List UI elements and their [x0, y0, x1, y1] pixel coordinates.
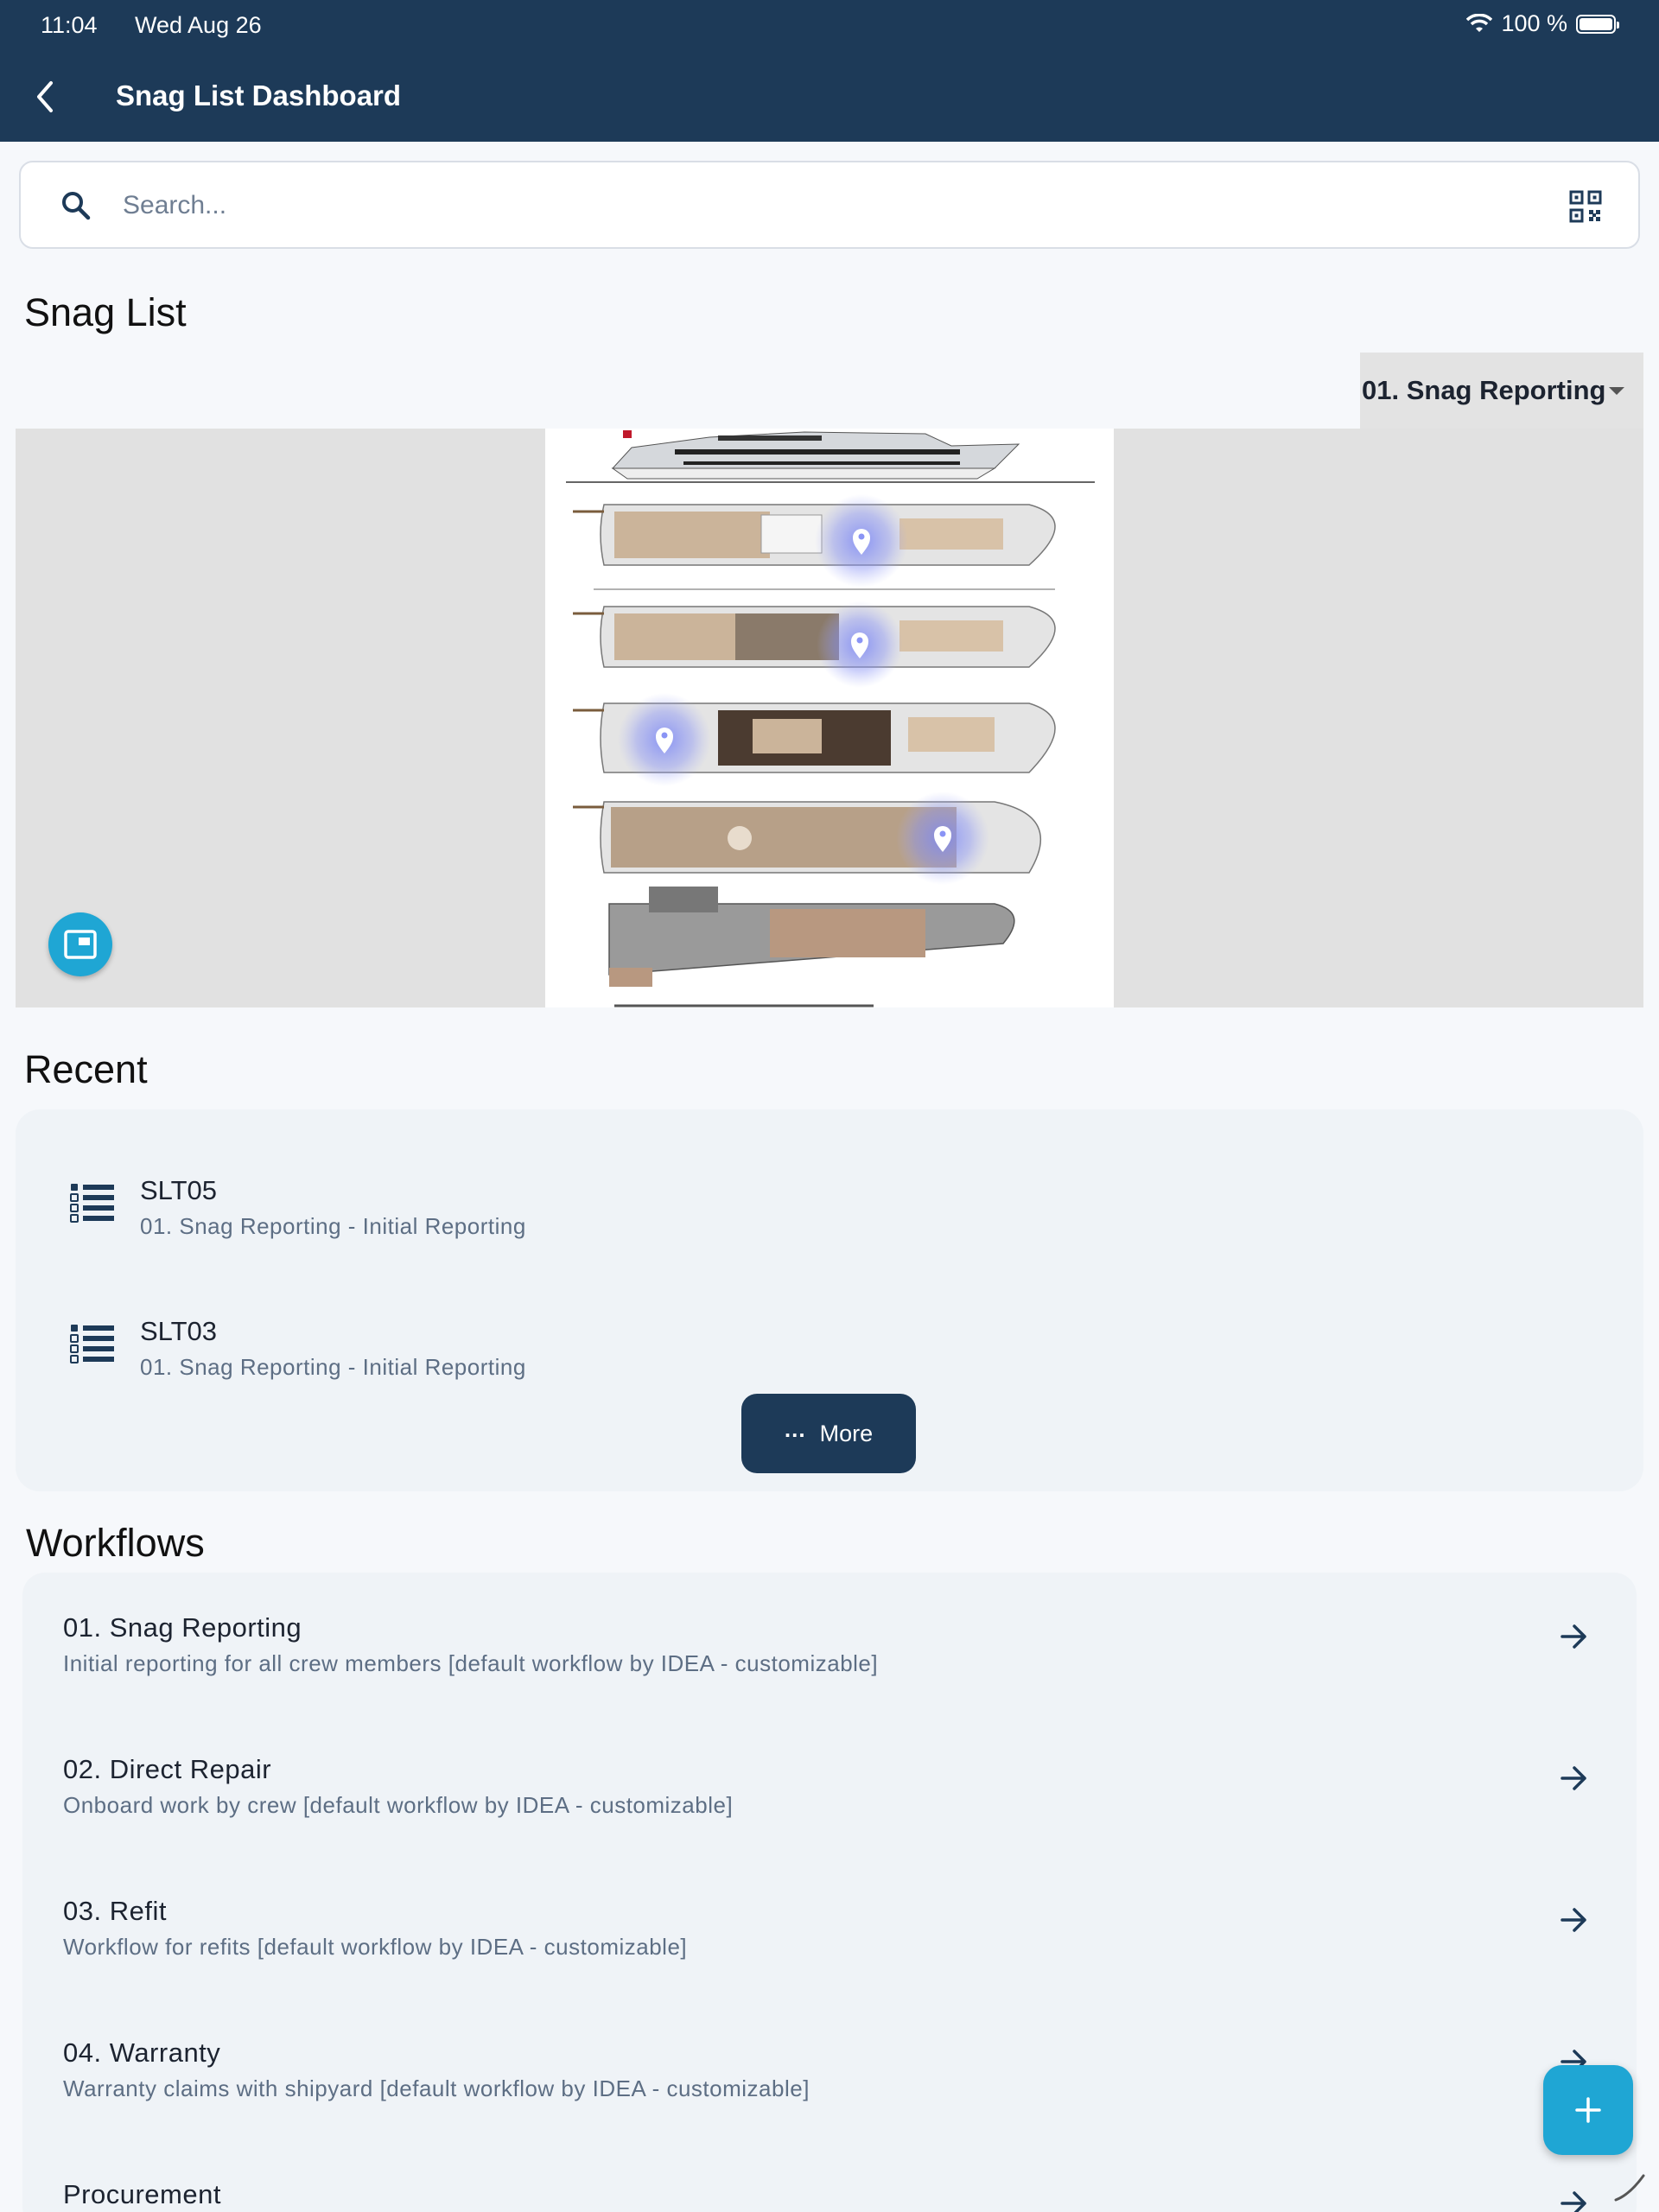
arrow-right-icon — [1560, 1624, 1586, 1649]
list-icon — [70, 1184, 114, 1223]
recent-item[interactable]: SLT05 01. Snag Reporting - Initial Repor… — [16, 1163, 1643, 1258]
search-input[interactable] — [123, 183, 1505, 228]
recent-item-subtitle: 01. Snag Reporting - Initial Reporting — [140, 1354, 526, 1380]
workflow-title: 03. Refit — [63, 1896, 167, 1926]
workflow-item[interactable]: Procurement — [22, 2139, 1637, 2212]
workflow-title: 04. Warranty — [63, 2037, 221, 2068]
battery-percent: 100 % — [1501, 10, 1567, 36]
add-snag-button[interactable] — [1543, 2065, 1633, 2155]
deck-plan-5 — [608, 887, 1015, 987]
workflow-item[interactable]: 01. Snag Reporting Initial reporting for… — [22, 1573, 1637, 1714]
deck-plan-image — [545, 429, 1114, 1007]
plus-icon — [1575, 2097, 1601, 2123]
battery-icon — [1576, 14, 1619, 34]
chevron-left-icon — [37, 81, 53, 112]
list-icon — [70, 1325, 114, 1363]
snag-pin-3[interactable] — [618, 693, 711, 786]
deck-plan-2 — [573, 606, 1056, 668]
back-button[interactable] — [26, 73, 64, 121]
status-time: 11:04 — [41, 12, 98, 38]
app-bar: 11:04 Wed Aug 26 100 % Snag List Dashboa… — [0, 0, 1659, 142]
qr-scan-icon[interactable] — [1567, 188, 1604, 225]
workflow-item[interactable]: 04. Warranty Warranty claims with shipya… — [22, 1998, 1637, 2139]
recent-card: SLT05 01. Snag Reporting - Initial Repor… — [16, 1109, 1643, 1491]
workflow-item[interactable]: 02. Direct Repair Onboard work by crew [… — [22, 1714, 1637, 1856]
more-button-label: More — [819, 1420, 874, 1446]
status-date: Wed Aug 26 — [135, 12, 262, 38]
workflow-subtitle: Warranty claims with shipyard [default w… — [63, 2075, 810, 2101]
more-button[interactable]: ... More — [741, 1394, 916, 1473]
arrow-right-icon — [1560, 1908, 1586, 1932]
arrow-right-icon — [1560, 1766, 1586, 1790]
workflow-title: Procurement — [63, 2179, 221, 2209]
workflows-heading: Workflows — [26, 1521, 205, 1565]
deck-plan-1 — [573, 504, 1056, 590]
wifi-icon — [1466, 13, 1493, 32]
workflow-subtitle: Initial reporting for all crew members [… — [63, 1650, 879, 1676]
search-bar — [19, 161, 1640, 249]
snag-pin-4[interactable] — [896, 791, 989, 885]
snag-pin-1[interactable] — [815, 494, 908, 588]
deck-plan-viewer[interactable] — [16, 429, 1643, 1007]
yacht-profile — [566, 430, 1095, 483]
search-icon — [62, 192, 91, 220]
workflows-card: 01. Snag Reporting Initial reporting for… — [22, 1573, 1637, 2212]
recent-item[interactable]: SLT03 01. Snag Reporting - Initial Repor… — [16, 1304, 1643, 1399]
page-title: Snag List Dashboard — [116, 79, 402, 111]
status-indicators: 100 % — [1466, 10, 1619, 37]
more-horizontal-icon: ... — [784, 1415, 806, 1442]
workflow-item[interactable]: 03. Refit Workflow for refits [default w… — [22, 1856, 1637, 1998]
recent-item-title: SLT03 — [140, 1316, 218, 1346]
workflow-dropdown[interactable]: 01. Snag Reporting — [1360, 353, 1643, 429]
picture-in-picture-icon — [64, 930, 97, 959]
resize-grip-icon — [1614, 2174, 1645, 2202]
recent-heading: Recent — [24, 1047, 148, 1091]
arrow-right-icon — [1560, 2191, 1586, 2212]
recent-item-subtitle: 01. Snag Reporting - Initial Reporting — [140, 1213, 526, 1239]
caret-down-icon — [1609, 387, 1624, 395]
workflow-title: 01. Snag Reporting — [63, 1612, 302, 1643]
snag-pin-2[interactable] — [817, 601, 903, 688]
fit-to-screen-button[interactable] — [48, 912, 112, 976]
recent-item-title: SLT05 — [140, 1175, 218, 1205]
dropdown-value: 01. Snag Reporting — [1362, 375, 1606, 405]
workflow-title: 02. Direct Repair — [63, 1754, 272, 1784]
workflow-subtitle: Workflow for refits [default workflow by… — [63, 1934, 688, 1960]
workflow-subtitle: Onboard work by crew [default workflow b… — [63, 1792, 734, 1818]
snag-list-heading: Snag List — [24, 290, 187, 334]
